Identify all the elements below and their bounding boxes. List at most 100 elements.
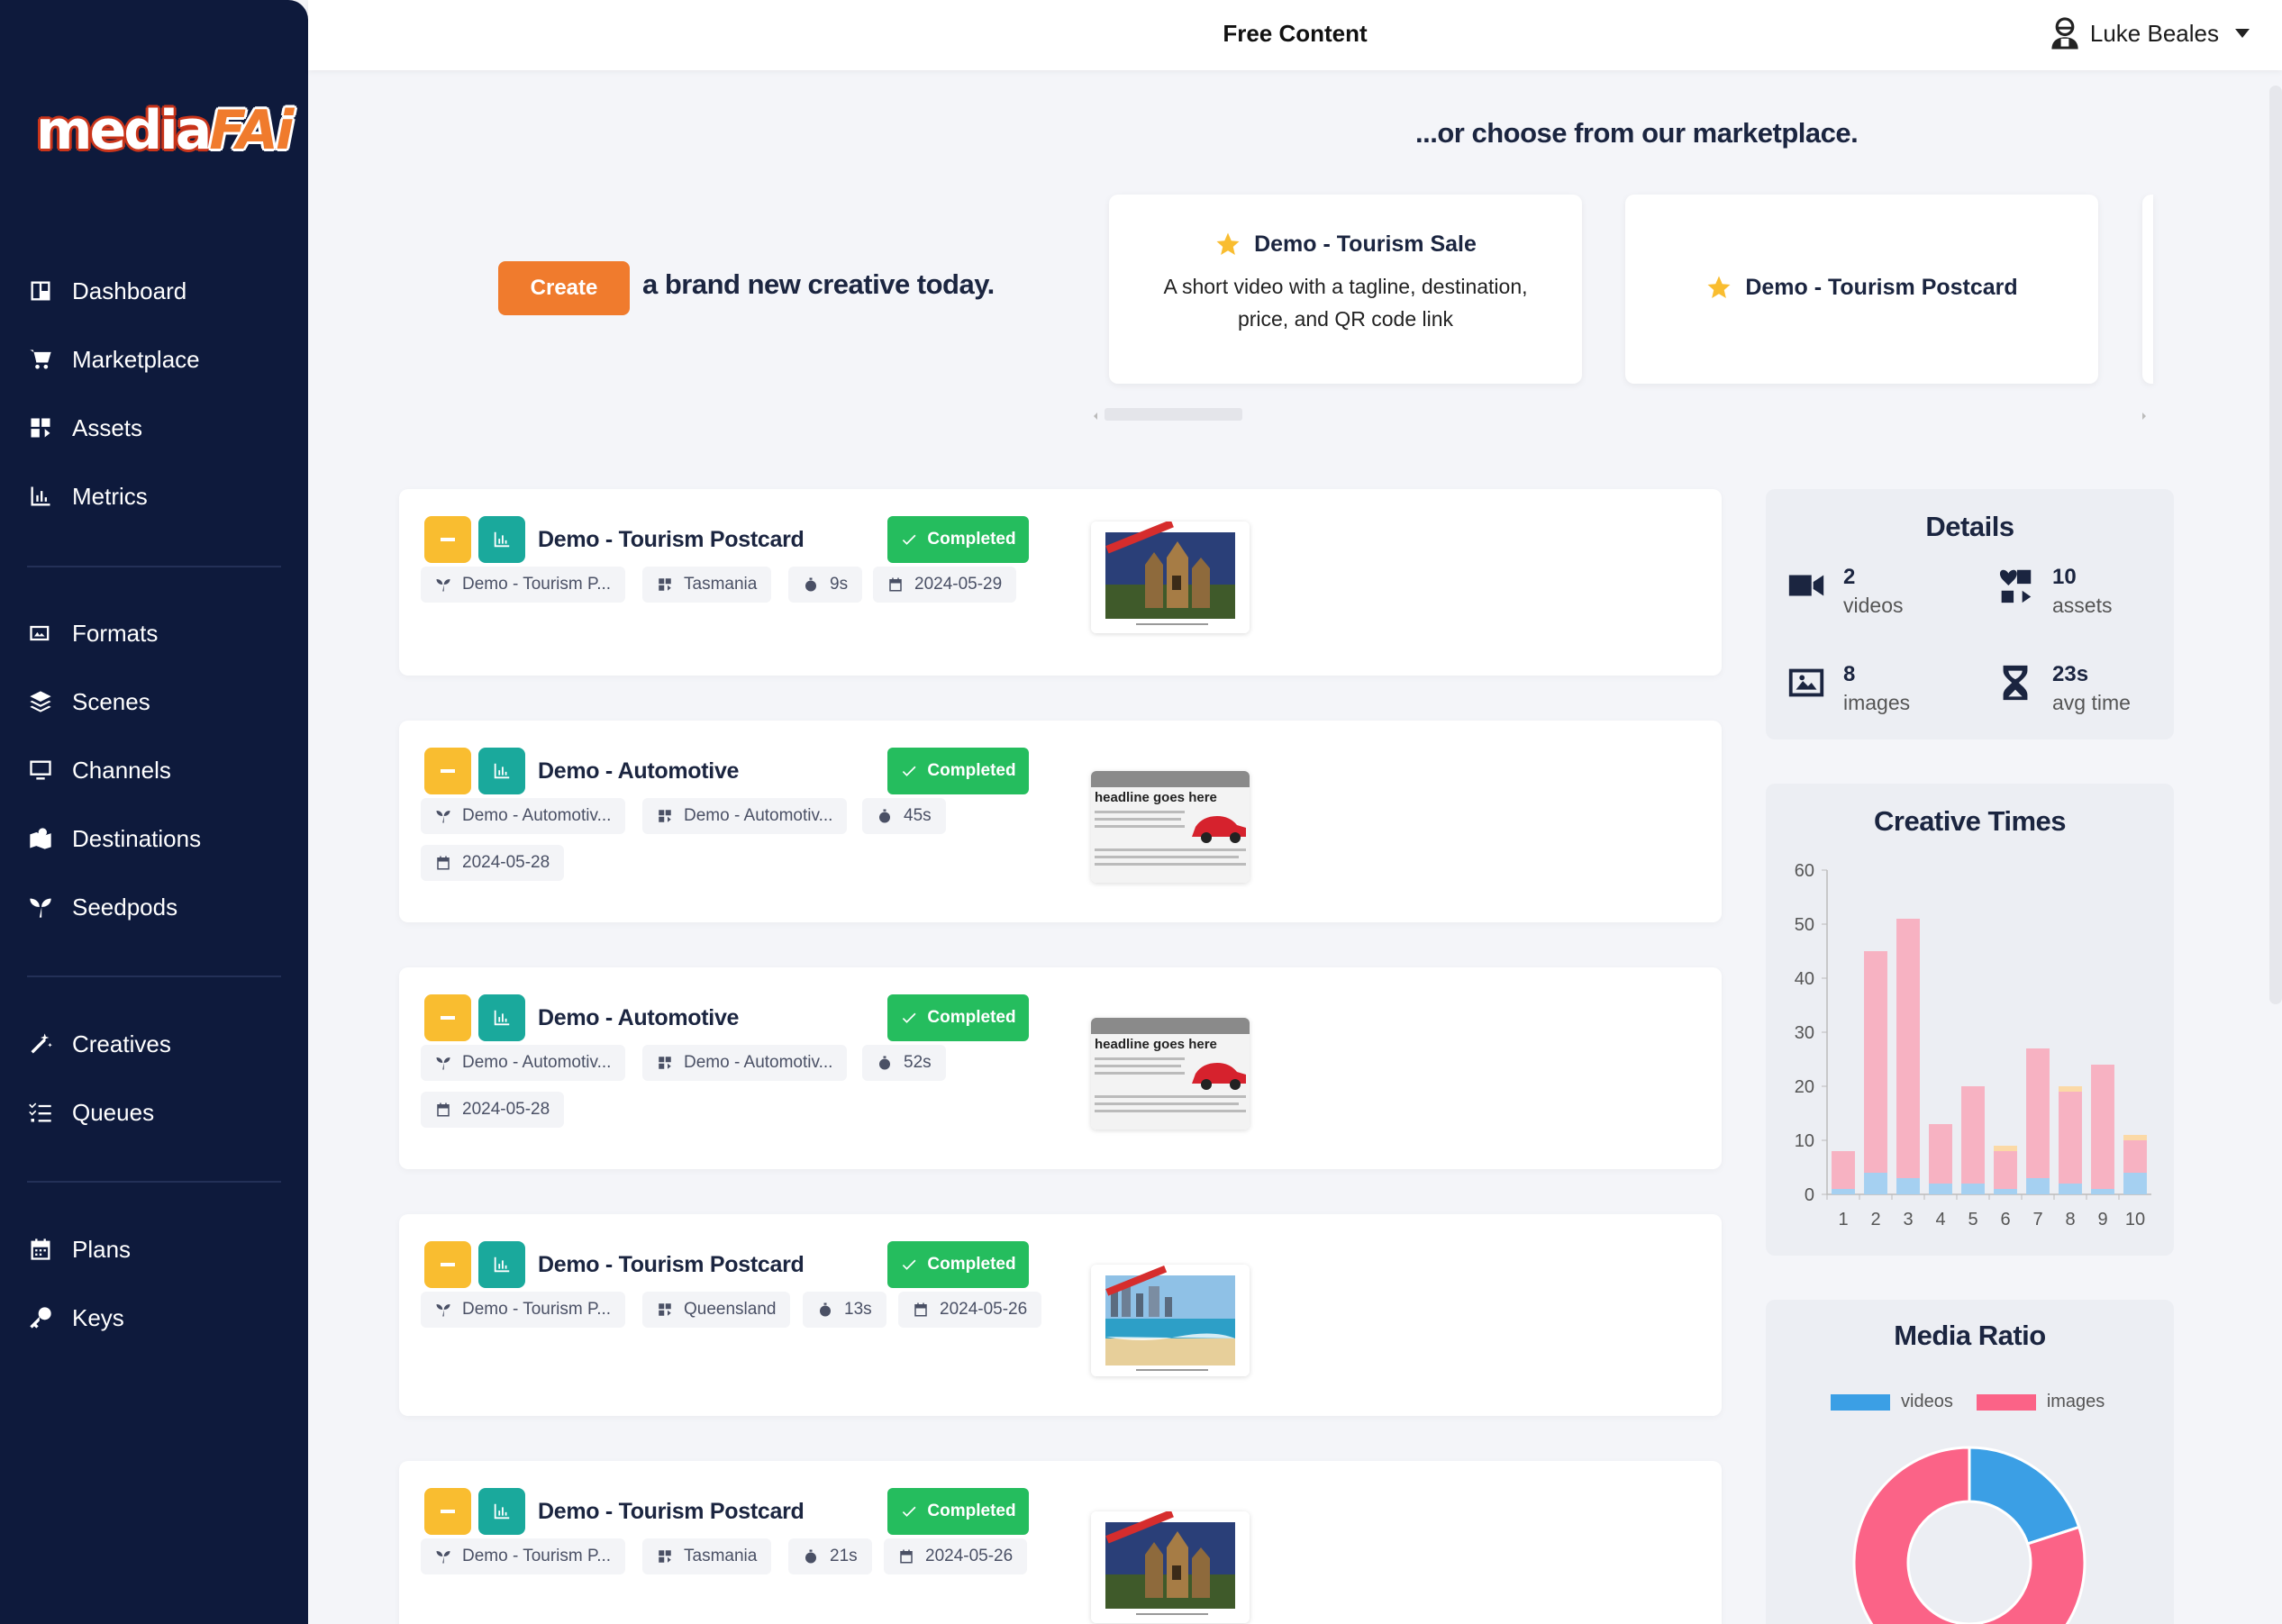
y-tick-label: 60 (1795, 861, 1814, 881)
x-tick-label: 5 (1968, 1210, 1977, 1229)
creative-thumbnail[interactable] (1091, 522, 1250, 633)
collapse-button[interactable] (424, 516, 471, 563)
creative-card[interactable]: Demo - Automotive Completed Demo - Automot… (399, 967, 1722, 1169)
creative-times-panel: Creative Times 0 10 20 30 40 50 60 1 2 3 4 5 6 7 8 9 10 (1766, 784, 2174, 1256)
bar-segment[interactable] (2123, 1135, 2147, 1140)
marketplace-scrollbar[interactable] (1105, 408, 1242, 421)
donut-slice-videos[interactable] (1968, 1446, 2081, 1546)
sidebar-item-destinations[interactable]: Destinations (0, 804, 308, 873)
logo[interactable]: media FAi (36, 99, 294, 162)
bar-segment[interactable] (1994, 1151, 2017, 1189)
sidebar-item-marketplace[interactable]: Marketplace (0, 325, 308, 394)
sidebar-item-keys[interactable]: Keys (0, 1284, 308, 1352)
collapse-button[interactable] (424, 748, 471, 794)
stat-assets: 10 assets (1995, 565, 2112, 618)
collapse-button[interactable] (424, 994, 471, 1041)
bar-segment[interactable] (2026, 1048, 2050, 1178)
creative-name[interactable]: Demo - Tourism Postcard (538, 1499, 805, 1525)
date-chip: 2024-05-28 (421, 1092, 565, 1128)
bar-segment[interactable] (1864, 951, 1887, 1173)
creative-card[interactable]: Demo - Tourism Postcard Completed Demo - T… (399, 1461, 1722, 1624)
bar-segment[interactable] (2026, 1178, 2050, 1194)
creative-card[interactable]: Demo - Tourism Postcard Completed Demo - T… (399, 1214, 1722, 1416)
bar-segment[interactable] (1832, 1189, 1855, 1194)
sidebar-item-seedpods[interactable]: Seedpods (0, 873, 308, 941)
collapse-button[interactable] (424, 1488, 471, 1535)
creative-name[interactable]: Demo - Automotive (538, 1005, 739, 1031)
status-badge: Completed (887, 1488, 1029, 1535)
bar-segment[interactable] (1994, 1189, 2017, 1194)
sidebar-item-queues[interactable]: Queues (0, 1078, 308, 1147)
sidebar-item-channels[interactable]: Channels (0, 736, 308, 804)
sidebar-item-label: Dashboard (72, 277, 187, 304)
duration-chip: 21s (788, 1538, 872, 1574)
user-menu[interactable]: Luke Beales (2049, 16, 2250, 50)
bar-segment[interactable] (1929, 1124, 1952, 1184)
page-title: Free Content (1223, 20, 1368, 47)
marketplace-card[interactable]: Demo - Tourism Postcard (1625, 195, 2098, 384)
seedling-icon (25, 892, 56, 922)
collapse-button[interactable] (424, 1241, 471, 1288)
legend-label: images (2046, 1392, 2105, 1411)
bar-segment[interactable] (1896, 919, 1920, 1178)
legend-swatch (1831, 1393, 1890, 1411)
dashboard-icon (25, 276, 56, 306)
creative-thumbnail[interactable] (1091, 1265, 1250, 1376)
stat-videos: 2 videos (1786, 565, 1903, 618)
legend-label: videos (1901, 1392, 1953, 1411)
bar-segment[interactable] (2059, 1092, 2082, 1184)
bar-segment[interactable] (1994, 1146, 2017, 1151)
bar-segment[interactable] (1929, 1184, 1952, 1194)
creative-name[interactable]: Demo - Automotive (538, 758, 739, 785)
check-icon (903, 534, 916, 545)
minus-icon (441, 538, 455, 541)
creative-name[interactable]: Demo - Tourism Postcard (538, 1252, 805, 1278)
page-scrollbar[interactable] (2269, 86, 2282, 1004)
sidebar-item-creatives[interactable]: Creatives (0, 1010, 308, 1078)
destination-icon (657, 1055, 684, 1071)
scroll-right-icon[interactable] (2142, 413, 2146, 420)
sidebar-item-dashboard[interactable]: Dashboard (0, 257, 308, 325)
bar-segment[interactable] (2059, 1184, 2082, 1194)
nav-divider (27, 975, 281, 977)
chip-label: Demo - Automotiv... (684, 806, 833, 825)
bar-segment[interactable] (1961, 1184, 1985, 1194)
destination-chip: Demo - Automotiv... (642, 798, 848, 834)
creative-name[interactable]: Demo - Tourism Postcard (538, 527, 805, 553)
date-chip: 2024-05-29 (873, 567, 1017, 603)
creative-thumbnail[interactable]: headline goes here (1091, 771, 1250, 883)
sidebar-item-formats[interactable]: Formats (0, 599, 308, 667)
creative-card[interactable]: Demo - Tourism Postcard Completed Demo - T… (399, 489, 1722, 676)
creative-thumbnail[interactable] (1091, 1511, 1250, 1623)
bar-segment[interactable] (1896, 1178, 1920, 1194)
bar-segment[interactable] (2091, 1065, 2114, 1189)
metrics-button[interactable] (478, 1241, 525, 1288)
metrics-button[interactable] (478, 1488, 525, 1535)
scroll-left-icon[interactable] (1094, 413, 1097, 420)
sidebar-item-scenes[interactable]: Scenes (0, 667, 308, 736)
y-tick-label: 20 (1795, 1077, 1814, 1097)
details-panel: Details 2 videos 10 assets 8 images 23s avg … (1766, 489, 2174, 739)
bar-segment[interactable] (1864, 1173, 1887, 1194)
creative-card[interactable]: Demo - Automotive Completed Demo - Automot… (399, 721, 1722, 922)
bar-segment[interactable] (2091, 1189, 2114, 1194)
marketplace-card[interactable]: Demo - Tourism Sale A short video with a… (1109, 195, 1582, 384)
metrics-button[interactable] (478, 516, 525, 563)
bar-segment[interactable] (1832, 1151, 1855, 1189)
bar-segment[interactable] (2123, 1173, 2147, 1194)
sidebar-item-assets[interactable]: Assets (0, 394, 308, 462)
star-icon (1707, 276, 1731, 298)
sidebar-item-metrics[interactable]: Metrics (0, 462, 308, 531)
metrics-button[interactable] (478, 748, 525, 794)
bar-segment[interactable] (1961, 1086, 1985, 1184)
bar-segment[interactable] (2059, 1086, 2082, 1092)
marketplace-card-partial[interactable] (2142, 195, 2153, 384)
marketplace-card-desc: A short video with a tagline, destinatio… (1163, 275, 1528, 331)
metrics-button[interactable] (478, 994, 525, 1041)
creative-thumbnail[interactable]: headline goes here (1091, 1018, 1250, 1130)
bar-segment[interactable] (2123, 1140, 2147, 1173)
sidebar-item-plans[interactable]: Plans (0, 1215, 308, 1284)
create-button[interactable]: Create (498, 261, 630, 315)
seedling-icon (435, 576, 462, 593)
donut-slice-images[interactable] (1852, 1446, 2087, 1624)
